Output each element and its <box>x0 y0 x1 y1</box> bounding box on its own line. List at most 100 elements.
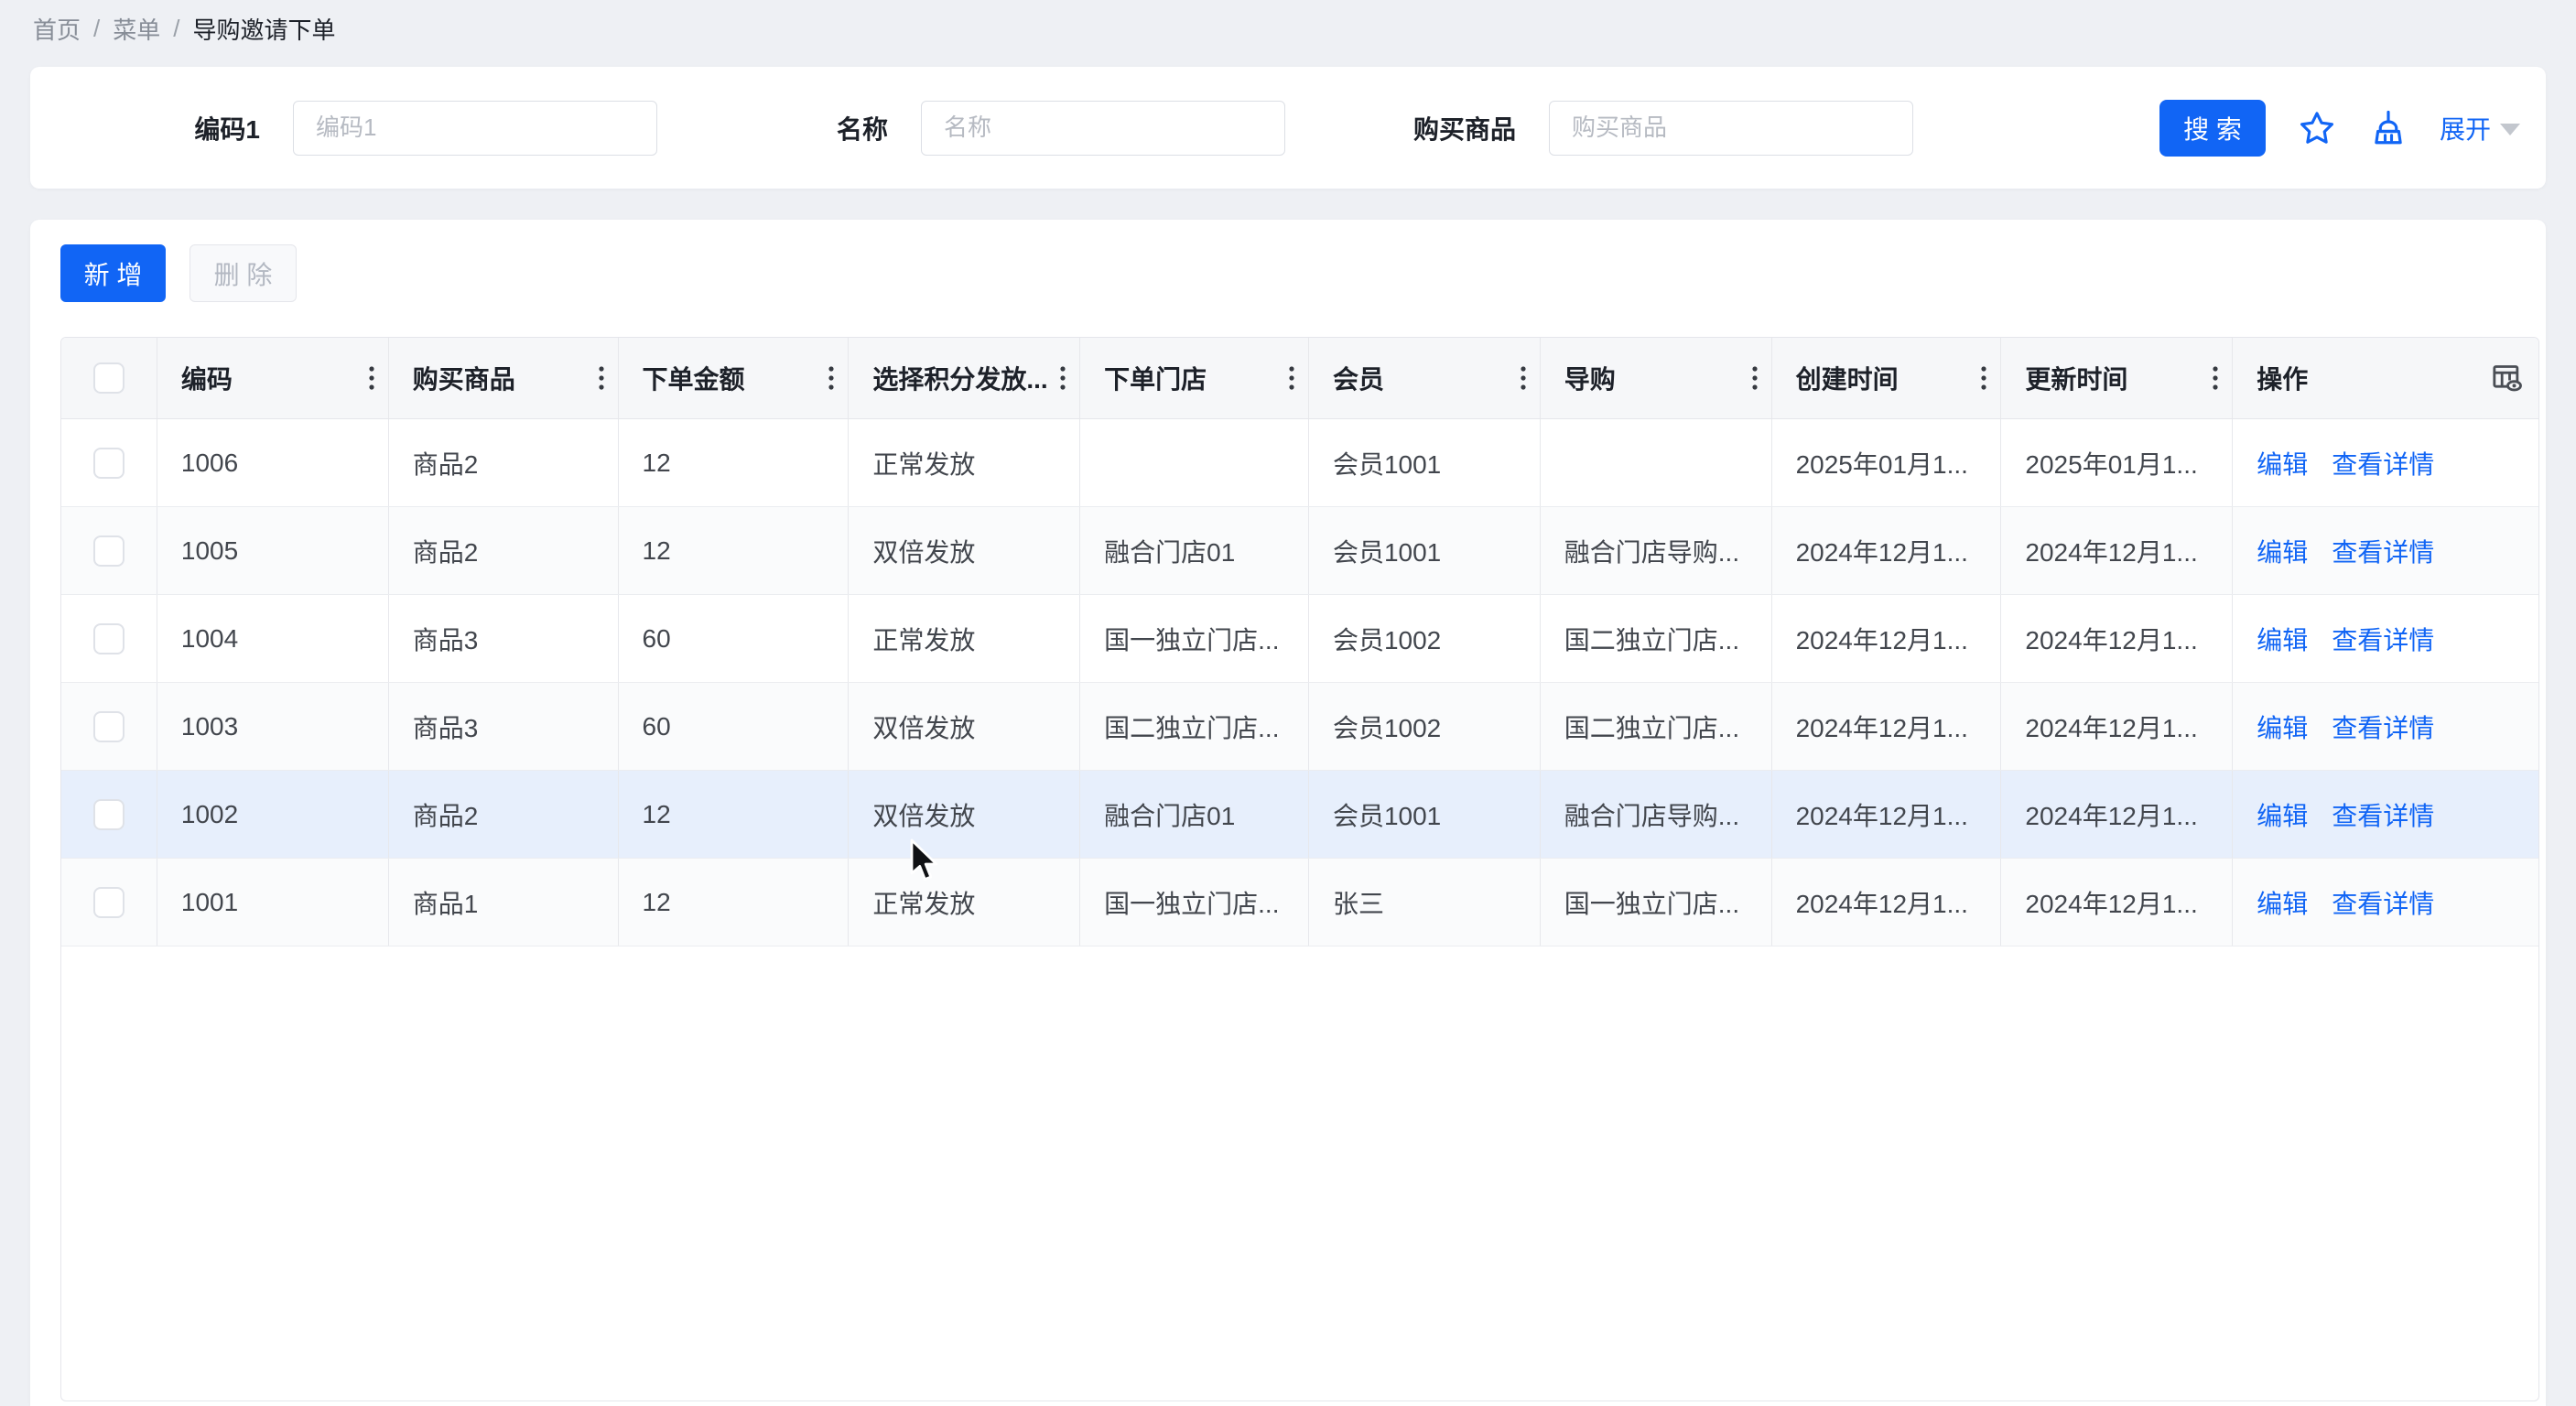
content-panel: 新 增 删 除 编码 购买商品 下单金额 <box>30 220 2546 1406</box>
header-label: 操作 <box>2257 360 2308 396</box>
row-checkbox[interactable] <box>93 623 124 654</box>
header-cell-select <box>61 338 157 418</box>
filter-field-product: 购买商品 <box>1369 67 1913 189</box>
row-checkbox[interactable] <box>93 535 124 567</box>
product-input[interactable] <box>1549 101 1913 156</box>
clear-broom-icon[interactable] <box>2368 108 2408 148</box>
header-label: 会员 <box>1333 360 1384 396</box>
cell-updated: 2024年12月1... <box>2001 859 2233 946</box>
cell-store: 国二独立门店... <box>1080 683 1309 770</box>
row-checkbox[interactable] <box>93 711 124 742</box>
expand-toggle[interactable]: 展开 <box>2440 110 2520 146</box>
cell-points: 双倍发放 <box>849 771 1080 858</box>
view-detail-link[interactable]: 查看详情 <box>2332 445 2434 481</box>
column-menu-icon[interactable] <box>828 362 835 394</box>
column-menu-icon[interactable] <box>1288 362 1295 394</box>
cell-created: 2024年12月1... <box>1772 859 2002 946</box>
breadcrumb: 首页 / 菜单 / 导购邀请下单 <box>33 0 336 57</box>
header-cell-actions: 操作 <box>2233 338 2538 418</box>
filter-actions: 搜 索 展开 <box>2159 67 2520 189</box>
cell-code: 1001 <box>157 859 389 946</box>
cell-code: 1004 <box>157 595 389 682</box>
cell-store: 国一独立门店... <box>1080 859 1309 946</box>
table-row-hovered: 1002 商品2 12 双倍发放 融合门店01 会员1001 融合门店导购...… <box>61 771 2538 859</box>
cell-amount: 12 <box>619 507 850 594</box>
table-row: 1005 商品2 12 双倍发放 融合门店01 会员1001 融合门店导购...… <box>61 507 2538 595</box>
edit-link[interactable]: 编辑 <box>2257 884 2308 921</box>
column-menu-icon[interactable] <box>598 362 605 394</box>
table-row: 1001 商品1 12 正常发放 国一独立门店... 张三 国一独立门店... … <box>61 859 2538 946</box>
cell-updated: 2024年12月1... <box>2001 595 2233 682</box>
row-checkbox[interactable] <box>93 448 124 479</box>
cell-amount: 12 <box>619 419 850 506</box>
cell-guide: 国一独立门店... <box>1541 859 1772 946</box>
data-table: 编码 购买商品 下单金额 选择积分发放... 下单门店 <box>60 337 2539 1401</box>
cell-updated: 2024年12月1... <box>2001 683 2233 770</box>
row-checkbox[interactable] <box>93 887 124 918</box>
add-button[interactable]: 新 增 <box>60 244 166 302</box>
header-cell-updated: 更新时间 <box>2001 338 2233 418</box>
cell-created: 2024年12月1... <box>1772 595 2002 682</box>
cell-created: 2025年01月1... <box>1772 419 2002 506</box>
edit-link[interactable]: 编辑 <box>2257 621 2308 657</box>
cell-created: 2024年12月1... <box>1772 771 2002 858</box>
edit-link[interactable]: 编辑 <box>2257 796 2308 833</box>
cell-member: 张三 <box>1309 859 1541 946</box>
cell-points: 正常发放 <box>849 859 1080 946</box>
cell-amount: 12 <box>619 859 850 946</box>
favorite-star-icon[interactable] <box>2297 108 2337 148</box>
search-button[interactable]: 搜 索 <box>2159 100 2266 157</box>
view-detail-link[interactable]: 查看详情 <box>2332 533 2434 569</box>
view-detail-link[interactable]: 查看详情 <box>2332 796 2434 833</box>
column-settings-icon[interactable] <box>2489 360 2526 396</box>
name-input[interactable] <box>921 101 1285 156</box>
code-input[interactable] <box>293 101 657 156</box>
breadcrumb-current-page: 导购邀请下单 <box>193 12 336 46</box>
edit-link[interactable]: 编辑 <box>2257 708 2308 745</box>
cell-product: 商品2 <box>389 507 619 594</box>
column-menu-icon[interactable] <box>1751 362 1759 394</box>
header-cell-amount: 下单金额 <box>619 338 850 418</box>
breadcrumb-separator: / <box>173 15 179 43</box>
header-cell-guide: 导购 <box>1541 338 1772 418</box>
edit-link[interactable]: 编辑 <box>2257 445 2308 481</box>
column-menu-icon[interactable] <box>368 362 375 394</box>
view-detail-link[interactable]: 查看详情 <box>2332 884 2434 921</box>
column-menu-icon[interactable] <box>2212 362 2219 394</box>
column-menu-icon[interactable] <box>1520 362 1527 394</box>
column-menu-icon[interactable] <box>1980 362 1987 394</box>
view-detail-link[interactable]: 查看详情 <box>2332 621 2434 657</box>
cell-points: 双倍发放 <box>849 507 1080 594</box>
cell-member: 会员1001 <box>1309 507 1541 594</box>
name-field-label: 名称 <box>751 110 888 146</box>
breadcrumb-home[interactable]: 首页 <box>33 12 81 46</box>
cell-member: 会员1002 <box>1309 595 1541 682</box>
breadcrumb-separator: / <box>93 15 100 43</box>
table-header-row: 编码 购买商品 下单金额 选择积分发放... 下单门店 <box>61 338 2538 419</box>
edit-link[interactable]: 编辑 <box>2257 533 2308 569</box>
row-checkbox[interactable] <box>93 799 124 830</box>
header-label: 创建时间 <box>1796 360 1899 396</box>
header-cell-created: 创建时间 <box>1772 338 2002 418</box>
filter-field-name: 名称 <box>751 67 1285 189</box>
column-menu-icon[interactable] <box>1059 362 1066 394</box>
select-all-checkbox[interactable] <box>93 362 124 394</box>
cell-store: 融合门店01 <box>1080 771 1309 858</box>
cell-code: 1003 <box>157 683 389 770</box>
filter-field-code: 编码1 <box>123 67 657 189</box>
cell-product: 商品3 <box>389 683 619 770</box>
view-detail-link[interactable]: 查看详情 <box>2332 708 2434 745</box>
breadcrumb-menu[interactable]: 菜单 <box>113 12 160 46</box>
header-label: 导购 <box>1564 360 1616 396</box>
header-cell-code: 编码 <box>157 338 389 418</box>
table-row: 1003 商品3 60 双倍发放 国二独立门店... 会员1002 国二独立门店… <box>61 683 2538 771</box>
table-toolbar: 新 增 删 除 <box>60 244 297 302</box>
cell-member: 会员1001 <box>1309 771 1541 858</box>
cell-code: 1005 <box>157 507 389 594</box>
product-field-label: 购买商品 <box>1369 110 1516 146</box>
cell-store: 融合门店01 <box>1080 507 1309 594</box>
cell-store <box>1080 419 1309 506</box>
chevron-down-icon <box>2500 124 2520 135</box>
cell-guide <box>1541 419 1772 506</box>
cell-amount: 12 <box>619 771 850 858</box>
